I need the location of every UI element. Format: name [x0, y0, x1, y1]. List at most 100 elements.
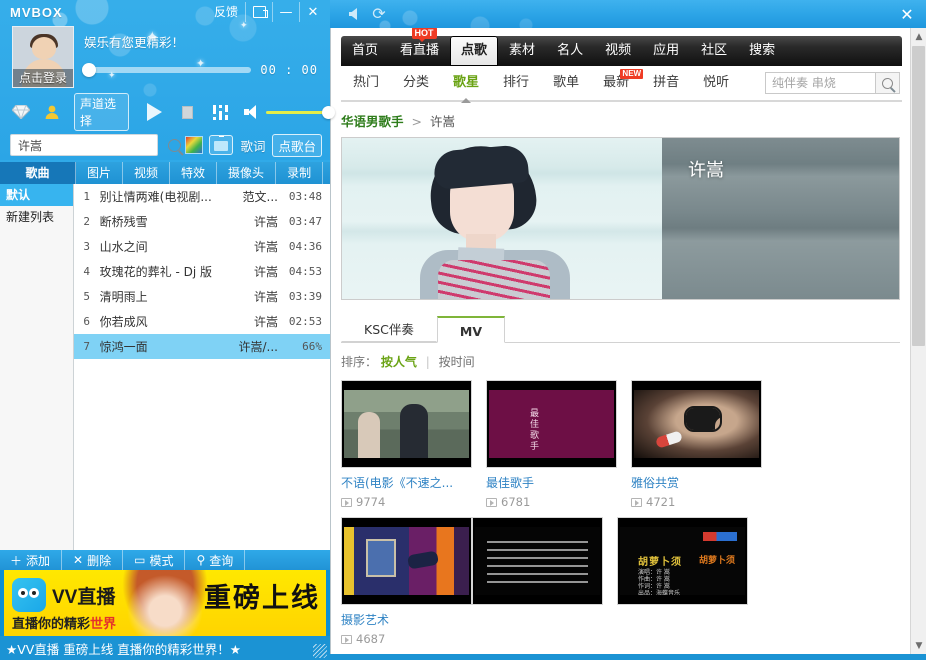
seek-knob[interactable]: [82, 63, 96, 77]
minimize-button[interactable]: —: [272, 2, 299, 22]
diamond-icon[interactable]: [12, 105, 30, 119]
song-row[interactable]: 1别让情两难(电视剧...范文...03:48: [74, 184, 330, 209]
feedback-button[interactable]: 反馈: [207, 2, 245, 22]
playlist-item-new[interactable]: 新建列表: [0, 206, 73, 228]
stop-icon[interactable]: [182, 106, 194, 119]
delete-button[interactable]: ✕ 删除: [62, 550, 123, 570]
video-thumbnail[interactable]: [341, 380, 472, 468]
tab-effects[interactable]: 特效: [170, 162, 217, 184]
subnav-pinyin[interactable]: 拼音: [641, 65, 691, 101]
search-icon[interactable]: [168, 139, 181, 152]
add-button[interactable]: ＋ 添加: [0, 550, 62, 570]
artist-banner[interactable]: 许嵩: [341, 137, 900, 300]
nav-material[interactable]: 素材: [498, 36, 546, 66]
breadcrumb-parent[interactable]: 华语男歌手: [341, 114, 404, 129]
nav-live[interactable]: HOT看直播: [389, 36, 450, 66]
mode-button[interactable]: ▭ 模式: [123, 550, 185, 570]
promo-banner[interactable]: VV直播 重磅上线 直播你的精彩世界: [0, 570, 330, 636]
tv-icon[interactable]: [209, 135, 233, 155]
scroll-up-button[interactable]: ▲: [911, 28, 926, 45]
video-thumbnail[interactable]: [631, 380, 762, 468]
query-button[interactable]: ⚲ 查询: [185, 550, 245, 570]
subnav-category[interactable]: 分类: [391, 65, 441, 101]
video-title[interactable]: 摄影艺术: [341, 611, 472, 628]
status-bar[interactable]: ★VV直播 重磅上线 直播你的精彩世界！★: [0, 636, 330, 660]
subnav-playlist[interactable]: 歌单: [541, 65, 591, 101]
speaker-icon[interactable]: [244, 105, 258, 119]
site-search: [765, 72, 900, 94]
song-row[interactable]: 2断桥残雪许嵩03:47: [74, 209, 330, 234]
search-input[interactable]: [18, 138, 168, 152]
seek-slider[interactable]: [84, 67, 251, 73]
nav-celebrity[interactable]: 名人: [546, 36, 594, 66]
volume-knob[interactable]: [322, 106, 335, 119]
video-card[interactable]: 胡萝卜须胡萝卜须演唱：许 嵩作曲：许 嵩作词：许 嵩出品：海蝶音乐: [617, 517, 748, 646]
video-card[interactable]: 雅俗共赏4721: [631, 380, 762, 509]
scroll-down-button[interactable]: ▼: [911, 637, 926, 654]
site-search-input[interactable]: [765, 72, 875, 94]
video-card[interactable]: 摄影艺术4687: [341, 517, 472, 646]
tab-videos[interactable]: 视频: [123, 162, 170, 184]
video-title[interactable]: 最佳歌手: [486, 474, 617, 491]
skin-icon[interactable]: [245, 2, 272, 22]
browser-close-button[interactable]: ✕: [894, 3, 920, 25]
nav-apps[interactable]: 应用: [642, 36, 690, 66]
subnav-listen[interactable]: 悦听: [691, 65, 741, 101]
video-thumbnail[interactable]: 胡萝卜须胡萝卜须演唱：许 嵩作曲：许 嵩作词：许 嵩出品：海蝶音乐: [617, 517, 748, 605]
nav-home[interactable]: 首页: [341, 36, 389, 66]
status-text: ★VV直播 重磅上线 直播你的精彩世界！★: [6, 639, 241, 658]
nav-video[interactable]: 视频: [594, 36, 642, 66]
subnav-ranking[interactable]: 排行: [491, 65, 541, 101]
refresh-icon[interactable]: ⟳: [366, 3, 392, 25]
sort-by-time[interactable]: 按时间: [439, 355, 475, 369]
search-icon: ⚲: [196, 553, 205, 567]
color-palette-icon[interactable]: [186, 137, 202, 153]
tab-camera[interactable]: 摄像头: [217, 162, 276, 184]
song-row[interactable]: 3山水之间许嵩04:36: [74, 234, 330, 259]
login-label[interactable]: 点击登录: [13, 69, 73, 87]
tab-pictures[interactable]: 图片: [76, 162, 123, 184]
tab-ksc[interactable]: KSC伴奏: [341, 315, 437, 342]
song-list[interactable]: 1别让情两难(电视剧...范文...03:482断桥残雪许嵩03:473山水之间…: [74, 184, 330, 550]
vertical-scrollbar[interactable]: ▲ ▼: [910, 28, 926, 654]
song-row[interactable]: 6你若成风许嵩02:53: [74, 309, 330, 334]
scrollbar-thumb[interactable]: [912, 46, 925, 346]
tab-songs[interactable]: 歌曲: [0, 162, 76, 184]
video-card[interactable]: [472, 517, 603, 646]
search-input-wrap[interactable]: [10, 134, 158, 156]
nav-community[interactable]: 社区: [690, 36, 738, 66]
video-title[interactable]: 雅俗共赏: [631, 474, 762, 491]
video-thumbnail[interactable]: 最佳歌手: [486, 380, 617, 468]
equalizer-icon[interactable]: [213, 105, 228, 120]
resize-grip[interactable]: [313, 644, 327, 658]
subnav-hot[interactable]: 热门: [341, 65, 391, 101]
nav-search[interactable]: 搜索: [738, 36, 786, 66]
song-row[interactable]: 7惊鸿一面许嵩/...66%: [74, 334, 330, 359]
tab-mv[interactable]: MV: [437, 316, 505, 343]
video-card[interactable]: 最佳歌手最佳歌手6781: [486, 380, 617, 509]
song-row[interactable]: 5清明雨上许嵩03:39: [74, 284, 330, 309]
video-thumbnail[interactable]: [472, 517, 603, 605]
playlist-item-default[interactable]: 默认: [0, 184, 73, 206]
song-station-button[interactable]: 点歌台: [272, 134, 322, 157]
nav-songs[interactable]: 点歌: [450, 36, 498, 66]
subnav-singers[interactable]: 歌星: [441, 65, 491, 101]
tab-record[interactable]: 录制: [276, 162, 323, 184]
lyrics-button[interactable]: 歌词: [240, 136, 265, 155]
video-title[interactable]: 不语(电影《不速之...: [341, 474, 472, 491]
channel-select-button[interactable]: 声道选择: [74, 93, 129, 131]
back-arrow-icon[interactable]: [340, 3, 366, 25]
subnav-newest[interactable]: 最新NEW: [591, 65, 641, 101]
close-button[interactable]: ✕: [299, 2, 326, 22]
video-card[interactable]: 不语(电影《不速之...9774: [341, 380, 472, 509]
play-icon[interactable]: [147, 103, 162, 121]
slogan-text: 娱乐有您更精彩！: [84, 32, 318, 51]
site-search-button[interactable]: [875, 72, 900, 94]
video-thumbnail[interactable]: [341, 517, 472, 605]
volume-slider[interactable]: [266, 111, 330, 114]
user-icon[interactable]: [44, 104, 60, 120]
content-tabs: KSC伴奏 MV: [341, 315, 900, 343]
sort-by-popularity[interactable]: 按人气: [381, 355, 417, 369]
avatar[interactable]: 点击登录: [12, 26, 74, 88]
song-row[interactable]: 4玫瑰花的葬礼 - Dj 版许嵩04:53: [74, 259, 330, 284]
